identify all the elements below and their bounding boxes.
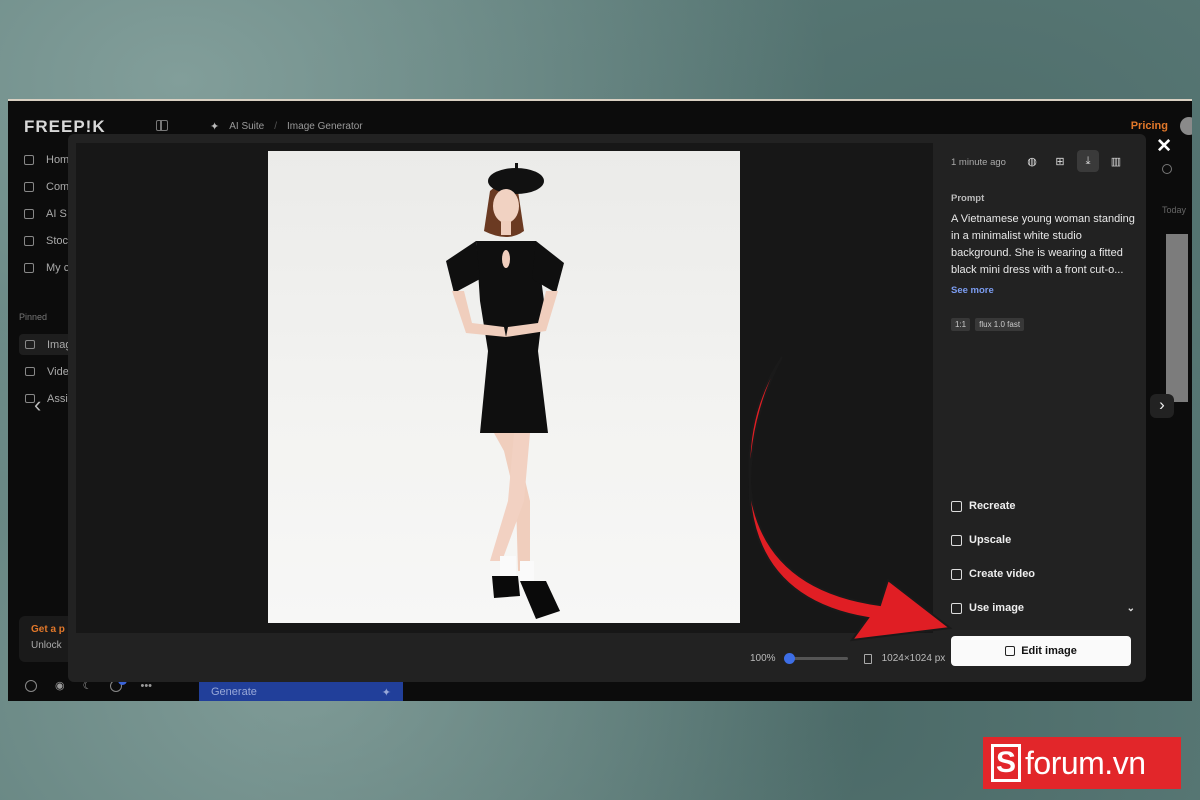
folder-icon [24, 262, 34, 273]
video-icon [25, 367, 35, 376]
sidebar-toggle-icon[interactable] [156, 120, 168, 131]
create-video-button[interactable]: Create video [951, 567, 1135, 581]
image-viewer [76, 143, 933, 633]
sidebar-item-label: Hom [46, 153, 70, 166]
thumbnail[interactable] [1166, 234, 1188, 402]
sidebar-item-my-creations[interactable]: My c [24, 261, 69, 274]
image-dimensions: 1024×1024 px [881, 653, 946, 664]
help-icon[interactable] [25, 679, 37, 692]
action-label: Recreate [969, 500, 1016, 512]
breadcrumb: ✦ AI Suite / Image Generator [210, 120, 363, 133]
sidebar-item-stock[interactable]: Stoc [24, 234, 69, 247]
action-label: Use image [969, 602, 1025, 614]
pricing-link[interactable]: Pricing [1131, 120, 1168, 132]
edit-image-label: Edit image [1021, 645, 1077, 657]
sidebar-item-label: Com [46, 180, 70, 193]
prompt-label: Prompt [951, 193, 985, 204]
sparkle-icon [24, 208, 34, 219]
zoom-controls: 100% 1024×1024 px [750, 653, 945, 664]
sidebar-nav: Hom Com AI S Stoc My c [24, 153, 69, 274]
zoom-level: 100% [750, 653, 776, 664]
breadcrumb-image-generator[interactable]: Image Generator [287, 121, 363, 132]
zoom-slider[interactable] [783, 653, 848, 664]
breadcrumb-ai-suite[interactable]: AI Suite [229, 121, 264, 132]
use-image-button[interactable]: Use image ⌄ [951, 601, 1135, 615]
globe-icon [24, 181, 34, 192]
discord-icon[interactable]: ◉ [55, 679, 65, 692]
sidebar-item-label: Vide [47, 365, 69, 378]
avatar[interactable] [1180, 117, 1192, 135]
recreate-button[interactable]: Recreate [951, 499, 1135, 513]
sidebar-item-label: Assi [47, 392, 68, 405]
watermark-text: forum.vn [1025, 744, 1146, 781]
pinned-label: Pinned [19, 312, 48, 322]
close-icon[interactable]: ✕ [1156, 135, 1172, 158]
search-icon[interactable] [1162, 164, 1172, 174]
timestamp: 1 minute ago [951, 157, 1006, 168]
generated-image[interactable] [268, 151, 740, 623]
use-image-icon [951, 602, 962, 614]
app-screen: FREEP!K ✦ AI Suite / Image Generator Pri… [8, 99, 1192, 701]
chevron-down-icon[interactable]: ⌄ [1127, 603, 1135, 614]
zoom-slider-knob[interactable] [783, 653, 795, 664]
generate-label: Generate [211, 686, 257, 698]
file-icon [863, 653, 872, 664]
upscale-icon [951, 534, 962, 546]
download-icon[interactable]: ⤓ [1077, 150, 1099, 172]
sidebar-item-community[interactable]: Com [24, 180, 69, 193]
sidebar-item-label: AI S [46, 207, 67, 220]
recreate-icon [951, 500, 962, 512]
see-more-link[interactable]: See more [951, 285, 994, 296]
image-actions-toolbar: ◍ ⊞ ⤓ ▥ [1021, 150, 1127, 172]
image-icon [25, 340, 35, 349]
sidebar-item-label: Stoc [46, 234, 69, 247]
trash-icon[interactable]: ▥ [1105, 150, 1127, 172]
sparkle-icon: ✦ [210, 121, 220, 133]
search-icon [24, 235, 34, 246]
breadcrumb-separator: / [274, 121, 278, 132]
action-list: Recreate Upscale Create video Use image … [951, 499, 1135, 615]
home-icon [24, 154, 34, 165]
edit-icon [1005, 646, 1016, 656]
upscale-button[interactable]: Upscale [951, 533, 1135, 547]
globe-icon[interactable]: ◍ [1021, 150, 1043, 172]
sidebar-item-home[interactable]: Hom [24, 153, 69, 166]
action-label: Create video [969, 568, 1036, 580]
watermark-logo-letter: S [991, 744, 1021, 782]
sidebar-item-label: My c [46, 261, 70, 274]
chevron-left-icon[interactable]: ‹ [34, 392, 41, 418]
edit-image-button[interactable]: Edit image [951, 636, 1131, 666]
video-icon [951, 568, 962, 580]
details-panel: 1 minute ago ◍ ⊞ ⤓ ▥ Prompt A Vietnamese… [943, 134, 1146, 682]
woman-photo [446, 163, 564, 619]
action-label: Upscale [969, 534, 1012, 546]
generate-button[interactable]: Generate ✦ [199, 680, 403, 701]
prompt-text: A Vietnamese young woman standing in a m… [951, 213, 1135, 276]
sparkle-icon: ✦ [381, 687, 391, 699]
aspect-ratio-tag: 1:1 [951, 318, 971, 331]
sforum-watermark: S forum.vn [983, 737, 1181, 789]
sidebar-item-ai-suite[interactable]: AI S [24, 207, 69, 220]
image-detail-modal: 100% 1024×1024 px 1 minute ago ◍ ⊞ ⤓ ▥ P… [68, 134, 1146, 682]
tag-list: 1:1 flux 1.0 fast [951, 318, 1025, 331]
model-tag: flux 1.0 fast [975, 318, 1025, 331]
date-label: Today [1161, 205, 1186, 215]
folder-add-icon[interactable]: ⊞ [1049, 150, 1071, 172]
chevron-right-icon[interactable]: › [1150, 394, 1174, 418]
